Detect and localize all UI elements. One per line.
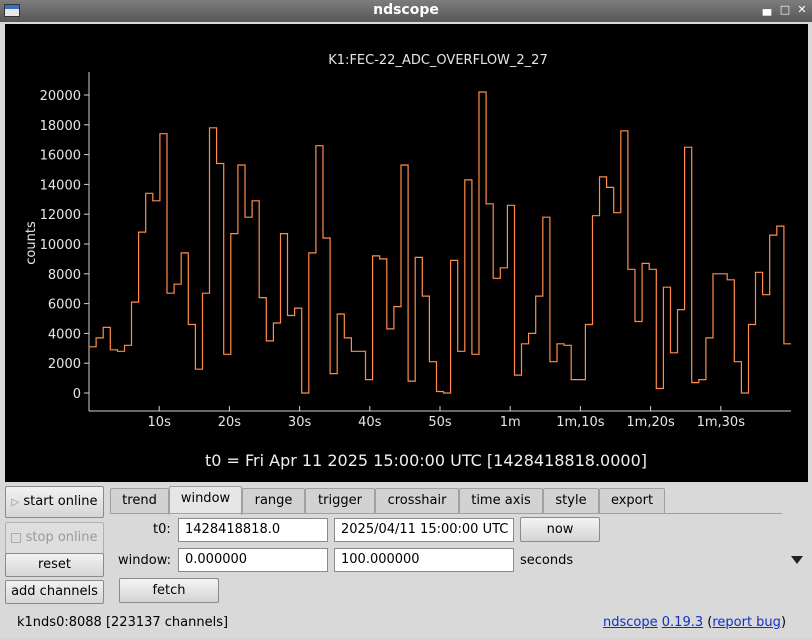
x-tick-label: 1m,30s <box>697 415 746 430</box>
start-online-button[interactable]: ▷ start online <box>5 486 104 518</box>
t0-gps-field[interactable]: 1428418818.0 <box>178 518 328 542</box>
window-start-field[interactable]: 0.000000 <box>178 548 328 572</box>
x-tick-label: 20s <box>218 415 242 430</box>
collapse-arrow-icon[interactable] <box>791 556 803 564</box>
minimize-icon[interactable]: ▄ <box>760 3 774 17</box>
channel-count: [223137 channels] <box>105 615 229 630</box>
t0-readout: t0 = Fri Apr 11 2025 15:00:00 UTC [14284… <box>205 451 647 470</box>
x-tick-label: 50s <box>428 415 452 430</box>
fetch-button[interactable]: fetch <box>119 578 219 603</box>
tab-trend[interactable]: trend <box>110 488 169 513</box>
y-tick-label: 6000 <box>48 298 81 313</box>
y-tick-label: 12000 <box>40 208 81 223</box>
y-tick-label: 18000 <box>40 119 81 134</box>
reset-button[interactable]: reset <box>5 553 104 577</box>
control-panel: ▷ start online stop online reset add cha… <box>0 484 812 639</box>
y-axis-label: counts <box>24 221 39 265</box>
maximize-icon[interactable]: □ <box>778 3 792 17</box>
y-tick-label: 2000 <box>48 357 81 372</box>
y-tick-label: 8000 <box>48 268 81 283</box>
seconds-label: seconds <box>520 553 574 568</box>
y-tick-label: 4000 <box>48 327 81 342</box>
tab-time-axis[interactable]: time axis <box>459 488 543 513</box>
report-bug-link[interactable]: report bug <box>712 615 781 630</box>
t0-label: t0: <box>153 522 171 537</box>
y-tick-label: 14000 <box>40 178 81 193</box>
tab-trigger[interactable]: trigger <box>305 488 375 513</box>
channel-title: K1:FEC-22_ADC_OVERFLOW_2_27 <box>328 53 547 68</box>
start-online-label: start online <box>23 494 98 509</box>
stop-online-label: stop online <box>25 530 98 545</box>
tab-style[interactable]: style <box>543 488 599 513</box>
t0-utc-field[interactable]: 2025/04/11 15:00:00 UTC <box>334 518 514 542</box>
y-tick-label: 10000 <box>40 238 81 253</box>
stop-online-button[interactable]: stop online <box>5 522 104 554</box>
y-tick-label: 16000 <box>40 149 81 164</box>
trend-chart[interactable]: K1:FEC-22_ADC_OVERFLOW_2_27 counts 0 2000… <box>5 24 808 482</box>
window-label: window: <box>118 553 171 568</box>
y-tick-label: 20000 <box>40 89 81 104</box>
plot-area[interactable]: K1:FEC-22_ADC_OVERFLOW_2_27 counts 0 2000… <box>5 24 808 482</box>
tab-divider <box>110 513 782 514</box>
now-button[interactable]: now <box>520 517 600 542</box>
add-channels-button[interactable]: add channels <box>5 580 104 604</box>
x-tick-label: 40s <box>358 415 382 430</box>
version-link[interactable]: 0.19.3 <box>662 615 703 630</box>
x-tick-label: 1m,20s <box>626 415 675 430</box>
play-icon: ▷ <box>11 497 20 508</box>
tab-crosshair[interactable]: crosshair <box>375 488 459 513</box>
x-tick-label: 1m <box>500 415 521 430</box>
ndscope-link[interactable]: ndscope <box>603 615 658 630</box>
y-tick-label: 0 <box>73 387 81 402</box>
close-icon[interactable]: ✕ <box>795 3 809 17</box>
title-bar: ndscope ▄ □ ✕ <box>0 0 812 22</box>
server-status: k1nds0:8088 [223137 channels] <box>17 615 228 630</box>
x-tick-label: 1m,10s <box>556 415 605 430</box>
tab-export[interactable]: export <box>599 488 665 513</box>
version-info: ndscope 0.19.3 (report bug) <box>603 615 787 630</box>
window-end-field[interactable]: 100.000000 <box>334 548 514 572</box>
checkbox-icon <box>11 532 22 543</box>
tab-window[interactable]: window <box>169 486 242 515</box>
x-tick-label: 10s <box>148 415 172 430</box>
server-address: k1nds0:8088 <box>17 615 102 630</box>
tab-range[interactable]: range <box>242 488 305 513</box>
x-tick-label: 30s <box>288 415 312 430</box>
series-line <box>89 91 791 394</box>
window-title: ndscope <box>373 2 439 18</box>
